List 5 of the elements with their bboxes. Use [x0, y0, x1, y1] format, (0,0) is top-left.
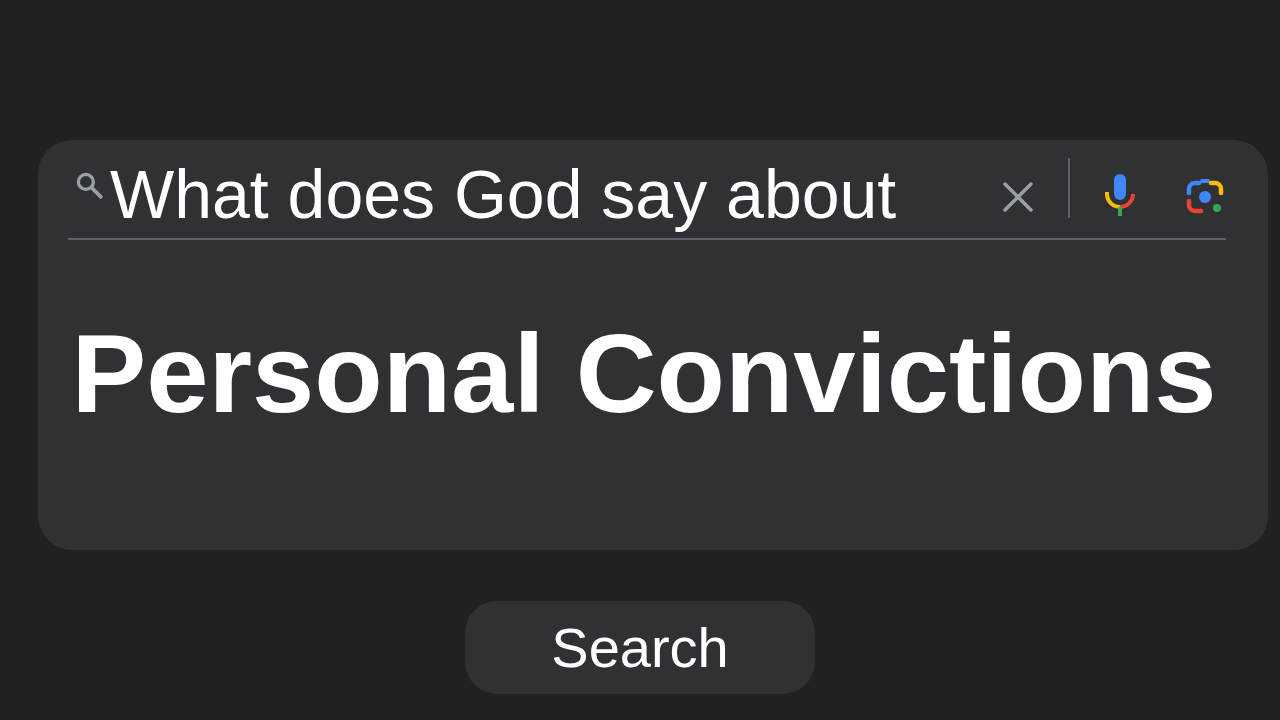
search-icon: [74, 170, 104, 200]
search-button[interactable]: Search: [465, 601, 815, 694]
search-field[interactable]: What does God say about: [68, 156, 1226, 240]
heading: Personal Convictions: [71, 318, 1218, 430]
close-icon: [1002, 181, 1034, 213]
